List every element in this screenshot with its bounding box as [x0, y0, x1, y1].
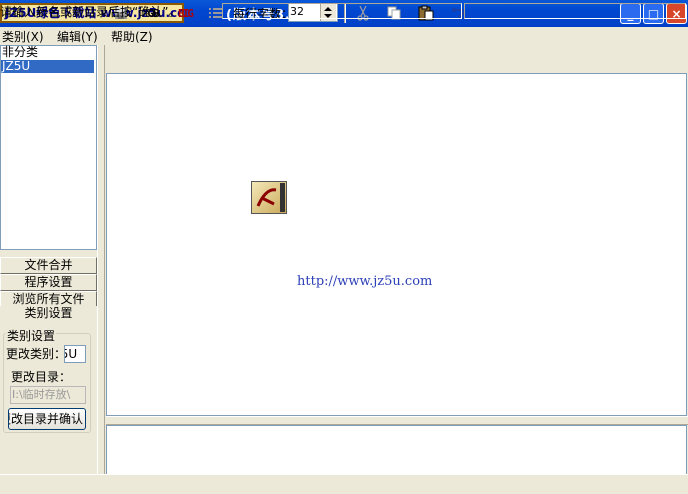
change-dir-input[interactable]: I:\临时存放\ — [10, 386, 86, 404]
status-panel — [222, 3, 462, 19]
tree-item-jz5u[interactable]: JZ5U — [1, 60, 94, 73]
menu-help[interactable]: 帮助(Z) — [111, 28, 153, 45]
pen-logo-icon-graphic — [256, 183, 285, 212]
rename-category-input[interactable]: JZ5U — [64, 345, 86, 363]
editor-url-text: http://www.jz5u.com — [297, 274, 433, 289]
confirm-button-label: 更改目录并确认 — [9, 412, 83, 426]
toolbar — [105, 46, 688, 72]
horizontal-splitter[interactable] — [106, 416, 688, 425]
confirm-button[interactable]: 更改目录并确认 — [8, 408, 86, 430]
rename-category-label: 更改类别： — [6, 347, 67, 361]
category-tree[interactable] — [0, 45, 97, 250]
menu-category[interactable]: 类别(X) — [2, 28, 44, 45]
rename-category-value: JZ5U — [65, 347, 78, 361]
vertical-splitter[interactable] — [97, 45, 105, 474]
tab-file-merge[interactable]: 文件合并 — [0, 257, 97, 274]
tab-category-settings[interactable]: 类别设置 — [0, 306, 97, 322]
status-text: 请输入新名或新目录后按“确认”。 — [0, 5, 181, 19]
status-panel — [464, 3, 686, 19]
bottom-pane[interactable] — [106, 425, 687, 475]
text-editor[interactable]: http://www.jz5u.com — [106, 73, 687, 416]
menu-edit[interactable]: 编辑(Y) — [57, 28, 98, 45]
pen-logo-icon — [251, 181, 287, 214]
menu-bar — [0, 27, 688, 45]
tab-program-settings[interactable]: 程序设置 — [0, 274, 97, 291]
change-dir-label: 更改目录： — [11, 370, 72, 384]
status-bar — [0, 474, 688, 494]
group-title: 类别设置 — [6, 327, 57, 344]
tree-item-uncategorized[interactable]: 非分类 — [1, 46, 94, 59]
